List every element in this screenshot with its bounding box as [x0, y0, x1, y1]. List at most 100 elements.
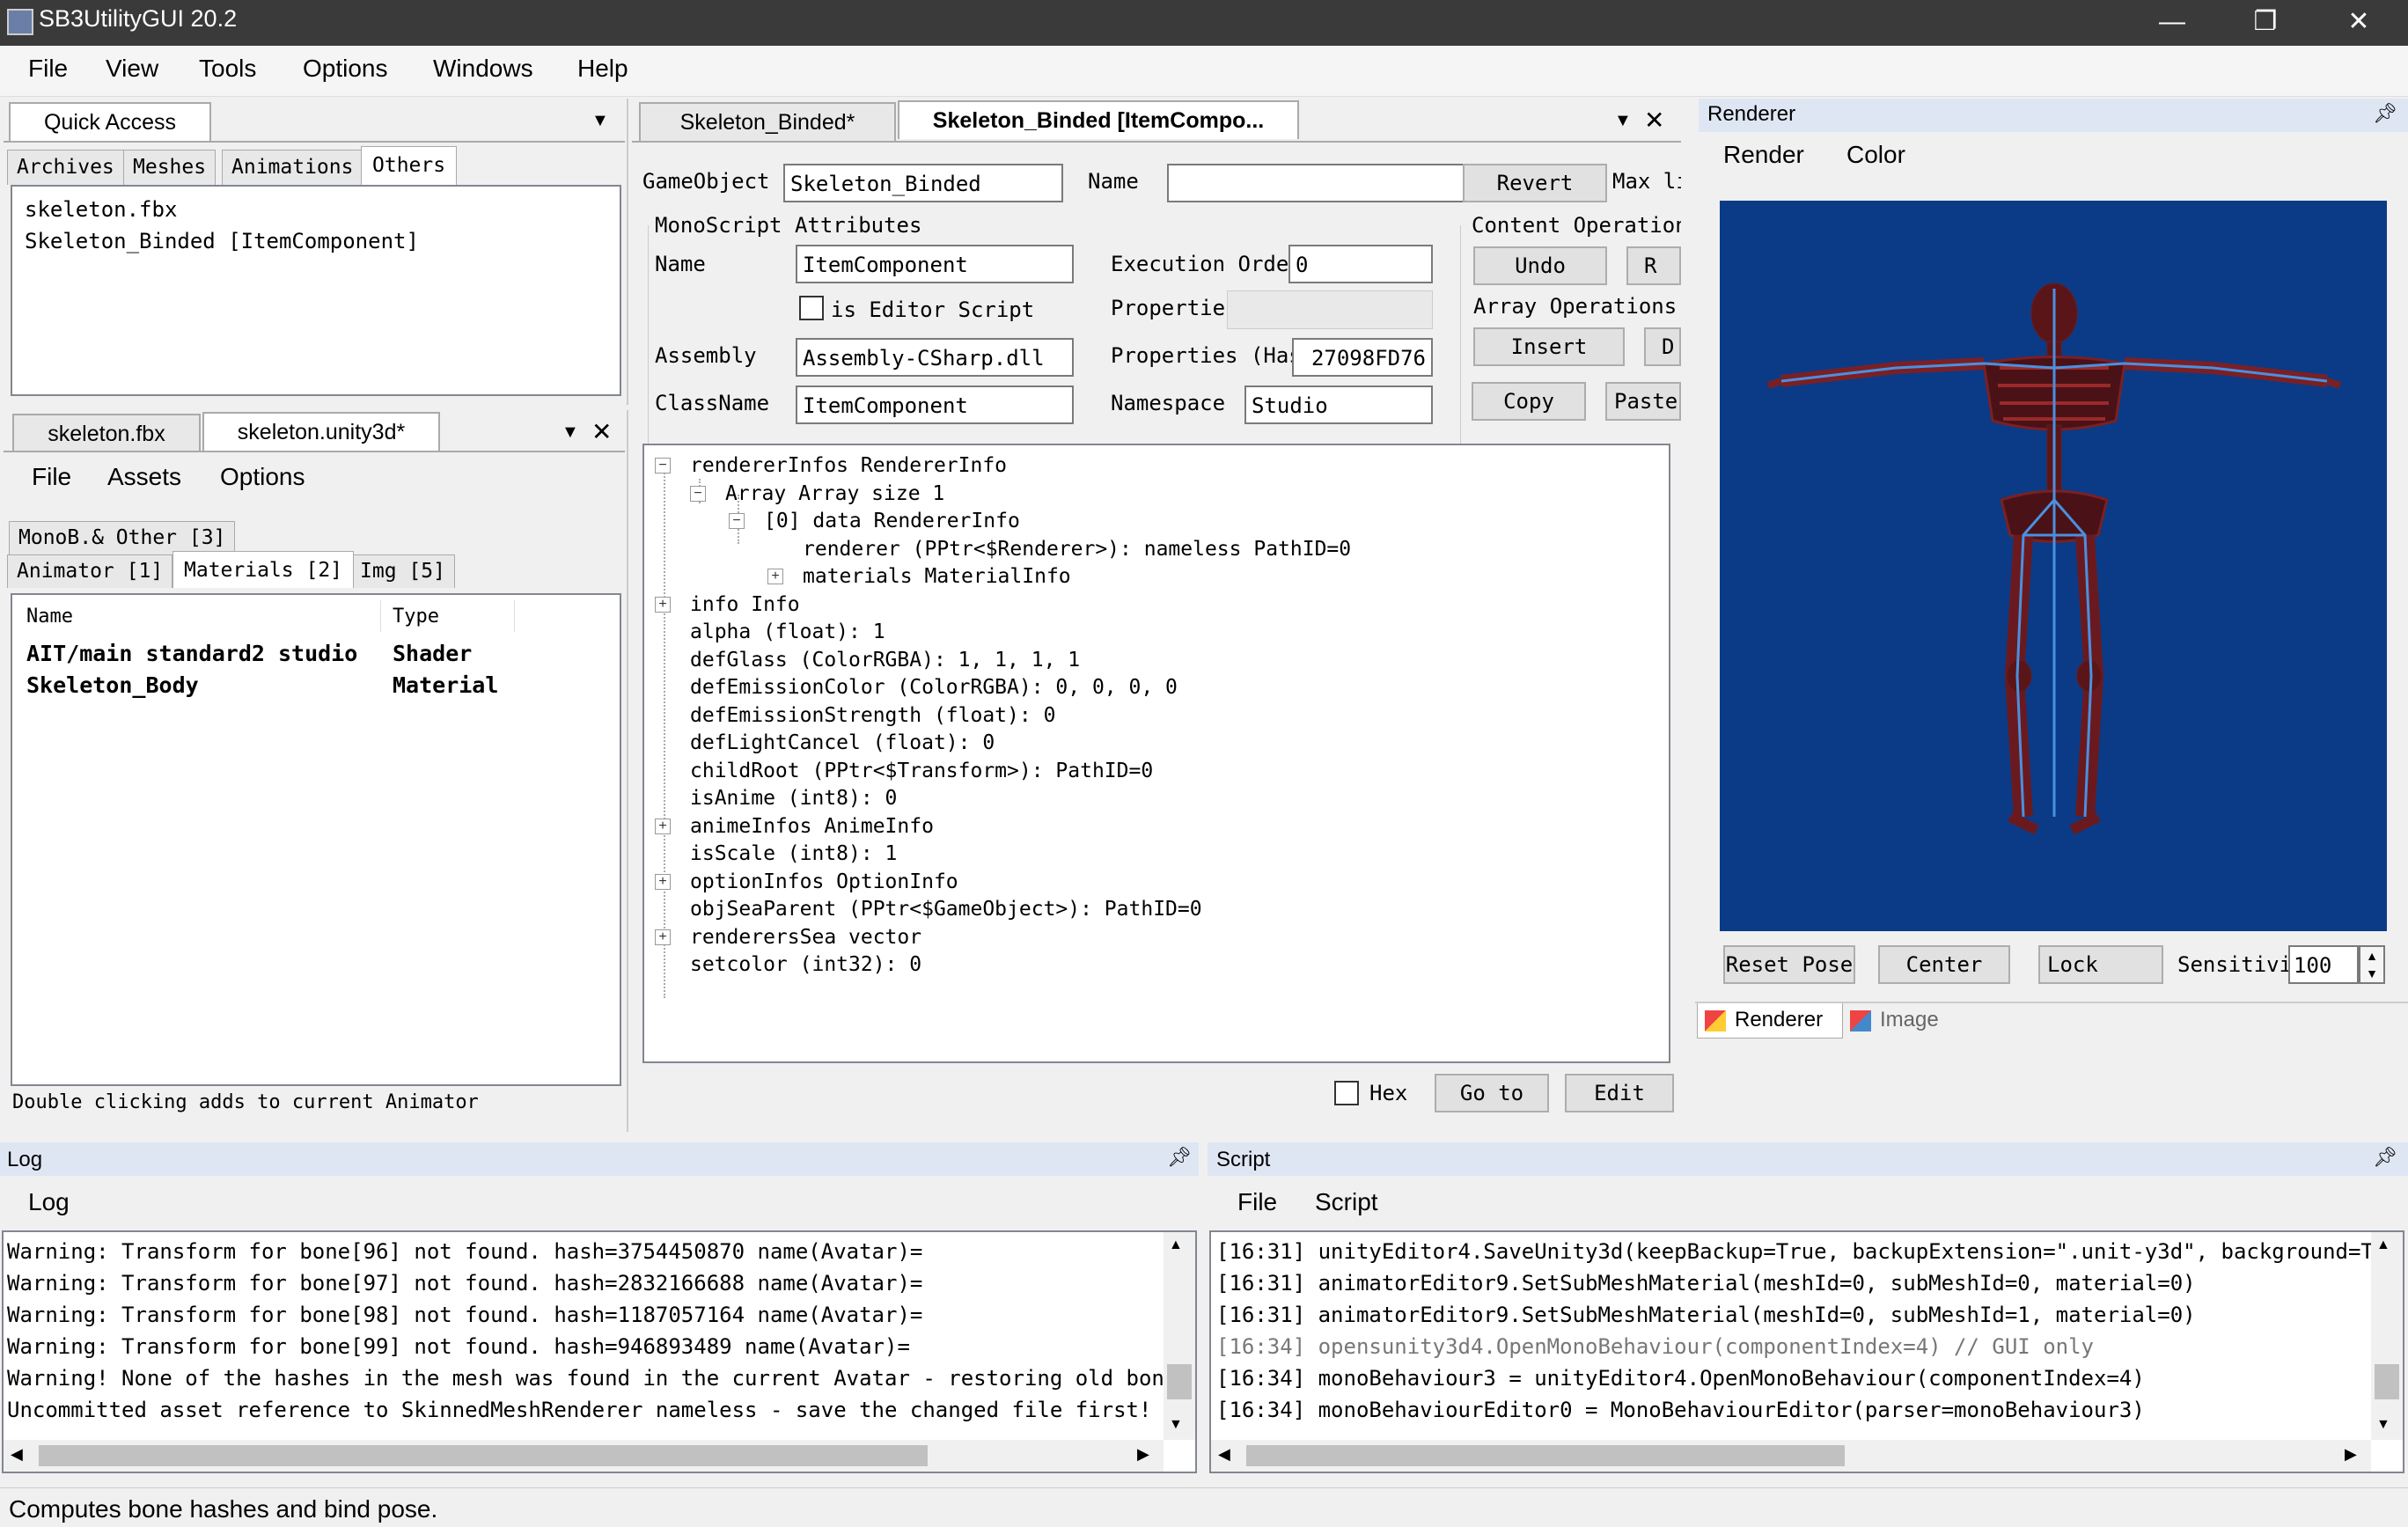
edit-button[interactable]: Edit — [1565, 1074, 1674, 1112]
gameobject-field[interactable]: Skeleton_Binded — [783, 164, 1063, 202]
log-output[interactable]: Warning: Transform for bone[96] not foun… — [2, 1230, 1197, 1473]
tree-node[interactable]: materials MaterialInfo — [803, 563, 1071, 590]
tab-skeleton-fbx[interactable]: skeleton.fbx — [12, 414, 201, 452]
tab-skeleton-binded[interactable]: Skeleton_Binded* — [639, 102, 896, 141]
restore-button[interactable]: ❐ — [2220, 0, 2311, 46]
sensitivity-input[interactable]: 100 — [2288, 945, 2359, 984]
vertical-scrollbar[interactable]: ▲ ▼ — [1164, 1232, 1195, 1440]
tree-node[interactable]: info Info — [690, 591, 800, 618]
collapse-icon[interactable]: − — [729, 513, 745, 529]
menu-tools[interactable]: Tools — [199, 55, 256, 83]
renderer-bottom-tab[interactable]: Renderer — [1697, 1003, 1843, 1039]
insert-button[interactable]: Insert — [1473, 327, 1625, 366]
subtab-others[interactable]: Others — [361, 146, 458, 185]
tree-node[interactable]: defEmissionColor (ColorRGBA): 0, 0, 0, 0 — [690, 674, 1178, 701]
expand-icon[interactable]: + — [655, 873, 671, 890]
tab-quick-access[interactable]: Quick Access — [9, 102, 211, 141]
sensitivity-stepper[interactable]: ▲ ▼ — [2359, 945, 2385, 984]
classname-field[interactable]: ItemComponent — [796, 385, 1074, 424]
tree-node[interactable]: isAnime (int8): 0 — [690, 785, 897, 811]
copy-button[interactable]: Copy — [1472, 382, 1586, 421]
tree-node[interactable]: defEmissionStrength (float): 0 — [690, 702, 1055, 729]
pin-icon[interactable]: 📌︎ — [2373, 1146, 2397, 1169]
quick-access-list[interactable]: skeleton.fbx Skeleton_Binded [ItemCompon… — [11, 185, 621, 396]
delete-button[interactable]: D — [1644, 327, 1681, 366]
horizontal-scrollbar[interactable]: ◀ ▶ — [4, 1440, 1164, 1472]
menu-help[interactable]: Help — [577, 55, 628, 83]
collapse-icon[interactable]: − — [655, 458, 671, 474]
namespace-field[interactable]: Studio — [1244, 385, 1433, 424]
tree-node[interactable]: childRoot (PPtr<$Transform>): PathID=0 — [690, 758, 1153, 784]
tree-node[interactable]: alpha (float): 1 — [690, 619, 885, 645]
minimize-button[interactable]: — — [2126, 0, 2218, 46]
assembly-field[interactable]: Assembly-CSharp.dll — [796, 338, 1074, 377]
tree-node[interactable]: defGlass (ColorRGBA): 1, 1, 1, 1 — [690, 647, 1080, 673]
close-icon[interactable]: ✕ — [1644, 106, 1664, 135]
chevron-down-icon[interactable]: ▼ — [1614, 111, 1632, 131]
tree-node[interactable]: isScale (int8): 1 — [690, 841, 897, 867]
menu-script[interactable]: Script — [1315, 1188, 1378, 1216]
column-header-name[interactable]: Name — [26, 606, 73, 628]
subtab-img[interactable]: Img [5] — [350, 554, 455, 588]
tab-skeleton-unity3d[interactable]: skeleton.unity3d* — [202, 412, 440, 451]
tree-node[interactable]: setcolor (int32): 0 — [690, 951, 921, 978]
subtab-animator[interactable]: Animator [1] — [7, 554, 173, 588]
revert-button[interactable]: Revert — [1463, 164, 1607, 202]
tree-node[interactable]: renderersSea vector — [690, 924, 921, 951]
table-row[interactable]: Skeleton_Body Material — [26, 672, 607, 698]
menu-file[interactable]: File — [1237, 1188, 1277, 1216]
pin-icon[interactable]: 📌︎ — [2373, 102, 2397, 125]
is-editor-script-checkbox[interactable] — [799, 296, 824, 320]
center-button[interactable]: Center — [1878, 945, 2010, 984]
hex-checkbox[interactable] — [1334, 1081, 1359, 1105]
tree-node[interactable]: defLightCancel (float): 0 — [690, 730, 995, 756]
menu-assets[interactable]: Assets — [107, 463, 181, 491]
chevron-down-icon[interactable]: ▼ — [562, 422, 579, 443]
tree-node[interactable]: animeInfos AnimeInfo — [690, 813, 934, 840]
menu-log[interactable]: Log — [28, 1188, 70, 1216]
menu-color[interactable]: Color — [1846, 141, 1905, 169]
collapse-icon[interactable]: − — [690, 485, 706, 502]
tree-node[interactable]: [0] data RendererInfo — [764, 508, 1020, 534]
menu-file[interactable]: File — [28, 55, 68, 83]
pin-icon[interactable]: 📌︎ — [1167, 1146, 1192, 1169]
subtab-monob-other[interactable]: MonoB.& Other [3] — [9, 521, 236, 554]
list-item[interactable]: skeleton.fbx — [25, 194, 607, 225]
name-field[interactable] — [1167, 164, 1491, 202]
close-button[interactable]: ✕ — [2313, 0, 2404, 46]
script-output[interactable]: [16:31] unityEditor4.SaveUnity3d(keepBac… — [1209, 1230, 2404, 1473]
menu-options[interactable]: Options — [220, 463, 305, 491]
redo-button[interactable]: R — [1626, 246, 1681, 285]
execution-order-field[interactable]: 0 — [1288, 245, 1433, 283]
subtab-archives[interactable]: Archives — [7, 150, 124, 185]
tree-node[interactable]: optionInfos OptionInfo — [690, 869, 958, 895]
subtab-materials[interactable]: Materials [2] — [173, 551, 355, 588]
menu-file[interactable]: File — [32, 463, 71, 491]
subtab-meshes[interactable]: Meshes — [123, 150, 217, 185]
lock-button[interactable]: Lock — [2038, 945, 2163, 984]
menu-render[interactable]: Render — [1723, 141, 1804, 169]
expand-icon[interactable]: + — [655, 929, 671, 945]
tree-node[interactable]: Array Array size 1 — [725, 481, 944, 507]
menu-options[interactable]: Options — [303, 55, 388, 83]
close-icon[interactable]: ✕ — [591, 417, 612, 446]
subtab-animations[interactable]: Animations — [222, 150, 363, 185]
paste-button[interactable]: Paste — [1605, 382, 1681, 421]
tree-node[interactable]: rendererInfos RendererInfo — [690, 452, 1007, 479]
menu-windows[interactable]: Windows — [433, 55, 533, 83]
chevron-down-icon[interactable]: ▼ — [591, 111, 609, 131]
vertical-scrollbar[interactable]: ▲ ▼ — [2371, 1232, 2403, 1440]
goto-button[interactable]: Go to — [1435, 1074, 1549, 1112]
table-row[interactable]: AIT/main standard2 studio Shader — [26, 641, 607, 666]
menu-view[interactable]: View — [106, 55, 158, 83]
expand-icon[interactable]: + — [655, 818, 671, 834]
column-header-type[interactable]: Type — [393, 606, 439, 628]
tree-node[interactable]: renderer (PPtr<$Renderer>): nameless Pat… — [803, 536, 1351, 562]
properties-hash-field[interactable]: 27098FD76 — [1292, 338, 1433, 377]
horizontal-scrollbar[interactable]: ◀ ▶ — [1211, 1440, 2371, 1472]
image-bottom-tab[interactable]: Image — [1845, 1003, 1984, 1039]
expand-icon[interactable]: + — [655, 596, 671, 613]
expand-icon[interactable]: + — [767, 569, 783, 584]
list-item[interactable]: Skeleton_Binded [ItemComponent] — [25, 225, 607, 257]
attr-name-field[interactable]: ItemComponent — [796, 245, 1074, 283]
